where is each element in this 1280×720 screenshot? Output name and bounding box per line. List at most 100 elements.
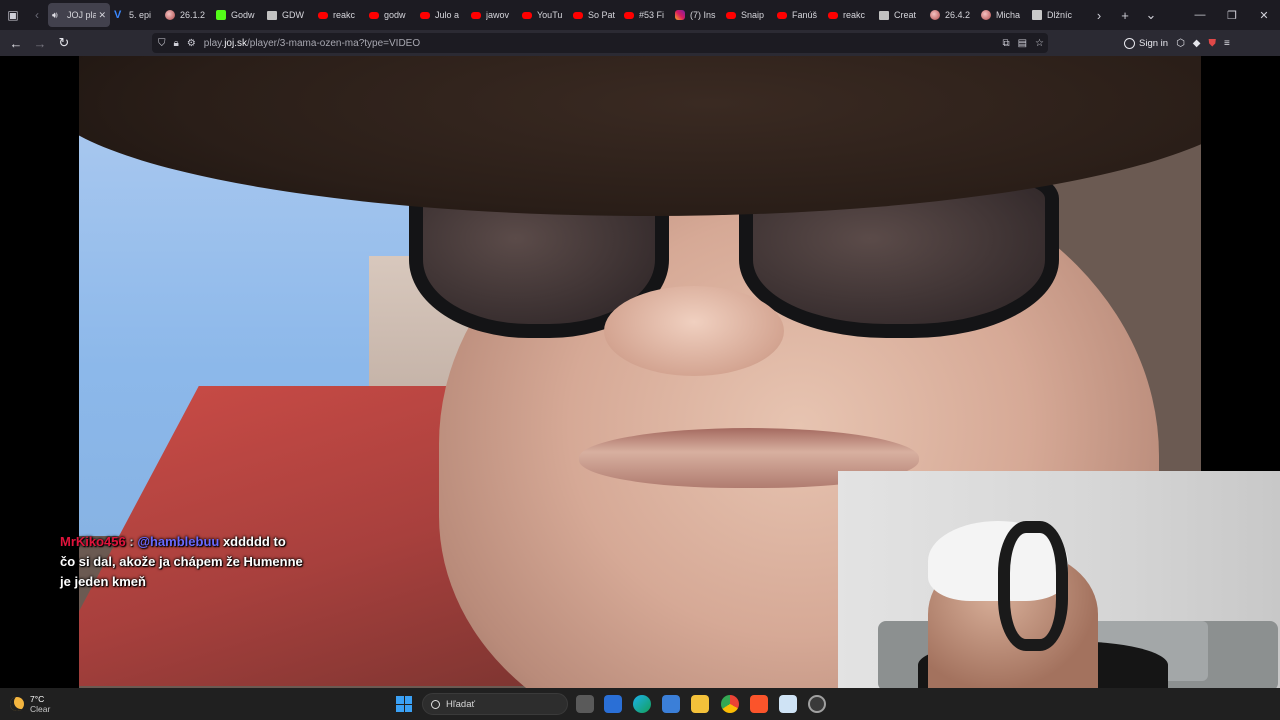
- tab-label: Dlžníc: [1047, 10, 1073, 20]
- sign-in-label: Sign in: [1139, 37, 1169, 49]
- url-text[interactable]: play.joj.sk/player/3-mama-ozen-ma?type=V…: [204, 38, 420, 49]
- url-prefix: play.: [203, 37, 225, 49]
- browser-tab[interactable]: reakc: [314, 3, 365, 27]
- weather-widget[interactable]: 7°C Clear: [10, 688, 50, 720]
- lock-icon[interactable]: 🔒︎: [174, 38, 179, 49]
- extensions-icon[interactable]: ⬡: [1176, 38, 1185, 49]
- permissions-icon[interactable]: ⚙: [187, 38, 196, 49]
- tab-label: 5. epi: [129, 10, 152, 20]
- taskbar-search[interactable]: Hľadať: [422, 693, 568, 715]
- page-content: MrKiko456 : @hamblebuu xddddd to čo si d…: [0, 56, 1280, 688]
- notepad-icon[interactable]: [779, 695, 797, 713]
- browser-tab[interactable]: Fanúš: [773, 3, 824, 27]
- tab-favicon-icon: [777, 11, 787, 19]
- browser-tab[interactable]: jawov: [467, 3, 518, 27]
- reload-icon[interactable]: ↻: [52, 30, 76, 56]
- photos-icon[interactable]: [662, 695, 680, 713]
- browser-tab[interactable]: reakc: [824, 3, 875, 27]
- browser-tab[interactable]: 26.4.2: [926, 3, 977, 27]
- brave-icon[interactable]: [750, 695, 768, 713]
- picture-in-picture-icon[interactable]: ⧉: [1002, 38, 1009, 49]
- tab-favicon-icon: [828, 11, 838, 19]
- tab-favicon-icon: [522, 11, 532, 19]
- bookmark-star-icon[interactable]: ☆: [1035, 38, 1044, 49]
- browser-tab[interactable]: (7) Ins: [671, 3, 722, 27]
- tab-label: YouTu: [537, 10, 563, 20]
- weather-condition: Clear: [30, 704, 51, 714]
- menu-icon[interactable]: ≡: [1224, 38, 1230, 49]
- chat-mention: @hamblebuu: [137, 534, 220, 549]
- new-tab-icon[interactable]: +: [1112, 0, 1138, 30]
- edge-icon[interactable]: [633, 695, 651, 713]
- microsoft-store-icon[interactable]: [604, 695, 622, 713]
- scroll-tabs-right-icon[interactable]: ›: [1086, 0, 1112, 30]
- forward-icon[interactable]: →: [28, 30, 52, 56]
- tab-favicon-icon: [369, 11, 379, 19]
- minimize-icon[interactable]: —: [1184, 0, 1216, 30]
- extension-puzzle-icon[interactable]: ◆: [1193, 38, 1201, 49]
- file-explorer-icon[interactable]: [691, 695, 709, 713]
- browser-tab[interactable]: GDW: [263, 3, 314, 27]
- url-domain: joj.sk: [224, 37, 247, 49]
- scroll-tabs-left-icon[interactable]: ‹: [26, 0, 48, 30]
- tab-label: #53 Fi: [639, 10, 665, 20]
- reader-view-icon[interactable]: ▤: [1018, 38, 1027, 49]
- tab-label: Creat: [894, 10, 917, 20]
- browser-tab[interactable]: Julo a: [416, 3, 467, 27]
- browser-tab[interactable]: Dlžníc: [1028, 3, 1079, 27]
- tab-label: Micha: [996, 10, 1021, 20]
- browser-tab[interactable]: Creat: [875, 3, 926, 27]
- obs-icon[interactable]: [808, 695, 826, 713]
- tab-favicon-icon: [216, 10, 226, 20]
- tab-favicon-icon: [165, 10, 175, 20]
- tab-favicon-icon: [318, 11, 328, 19]
- tab-label: So Pat: [588, 10, 616, 20]
- moon-icon: [10, 697, 24, 711]
- windows-taskbar: 7°C Clear Hľadať: [0, 688, 1280, 720]
- back-icon[interactable]: ←: [4, 30, 28, 56]
- browser-tab[interactable]: #53 Fi: [620, 3, 671, 27]
- browser-tab[interactable]: Godw: [212, 3, 263, 27]
- toolbar-right: Sign in ⬡ ◆ ⛊ ≡: [1124, 30, 1230, 56]
- url-bar-actions: ⧉ ▤ ☆: [1002, 33, 1044, 53]
- tab-overflow-chevron-icon[interactable]: ⌄: [1138, 0, 1164, 30]
- chrome-icon[interactable]: [721, 695, 739, 713]
- task-view-icon[interactable]: [576, 695, 594, 713]
- tab-label: Fanúš: [792, 10, 818, 20]
- tab-label: Snaip: [741, 10, 765, 20]
- chat-text-line3: je jeden kmeň: [60, 574, 146, 589]
- chat-text-line2: čo si dal, akože ja chápem že Humenne: [60, 554, 303, 569]
- tabstrip-controls: › + ⌄ — ❐ ✕: [1086, 0, 1280, 30]
- shield-icon[interactable]: ⛉: [158, 38, 166, 49]
- sign-in-button[interactable]: Sign in: [1124, 37, 1169, 49]
- ublock-icon[interactable]: ⛊: [1209, 38, 1217, 49]
- tab-favicon-icon: [420, 11, 430, 19]
- chat-colon: :: [125, 534, 138, 549]
- tab-label: JOJ play: [67, 10, 97, 20]
- close-window-icon[interactable]: ✕: [1248, 0, 1280, 30]
- restore-icon[interactable]: ❐: [1216, 0, 1248, 30]
- navigation-bar: ← → ↻ ⛉ 🔒︎ ⚙ play.joj.sk/player/3-mama-o…: [0, 30, 1280, 56]
- list-all-tabs-icon[interactable]: ▣: [0, 0, 26, 30]
- browser-tab[interactable]: 26.1.2: [161, 3, 212, 27]
- browser-tab[interactable]: V 5. epi: [110, 3, 161, 27]
- tab-close-icon[interactable]: ✕: [98, 10, 106, 21]
- browser-tab[interactable]: Snaip: [722, 3, 773, 27]
- browser-tab[interactable]: So Pat: [569, 3, 620, 27]
- tab-label: 26.1.2: [180, 10, 206, 20]
- tab-label: jawov: [486, 10, 510, 20]
- url-bar[interactable]: ⛉ 🔒︎ ⚙ play.joj.sk/player/3-mama-ozen-ma…: [152, 33, 1048, 53]
- browser-tab[interactable]: YouTu: [518, 3, 569, 27]
- url-path: /player/3-mama-ozen-ma?type=VIDEO: [246, 37, 421, 49]
- windows-start-icon[interactable]: [396, 696, 412, 712]
- tab-favicon-icon: [1032, 10, 1042, 20]
- browser-tab[interactable]: Micha: [977, 3, 1028, 27]
- browser-tab[interactable]: godw: [365, 3, 416, 27]
- tab-label: GDW: [282, 10, 304, 20]
- tab-label: Godw: [231, 10, 255, 20]
- tab-favicon-icon: [267, 10, 277, 20]
- tab-label: reakc: [843, 10, 866, 20]
- search-icon: [431, 699, 440, 709]
- browser-tab[interactable]: 🔊︎ JOJ play✕: [48, 3, 110, 27]
- tab-favicon-icon: [471, 11, 481, 19]
